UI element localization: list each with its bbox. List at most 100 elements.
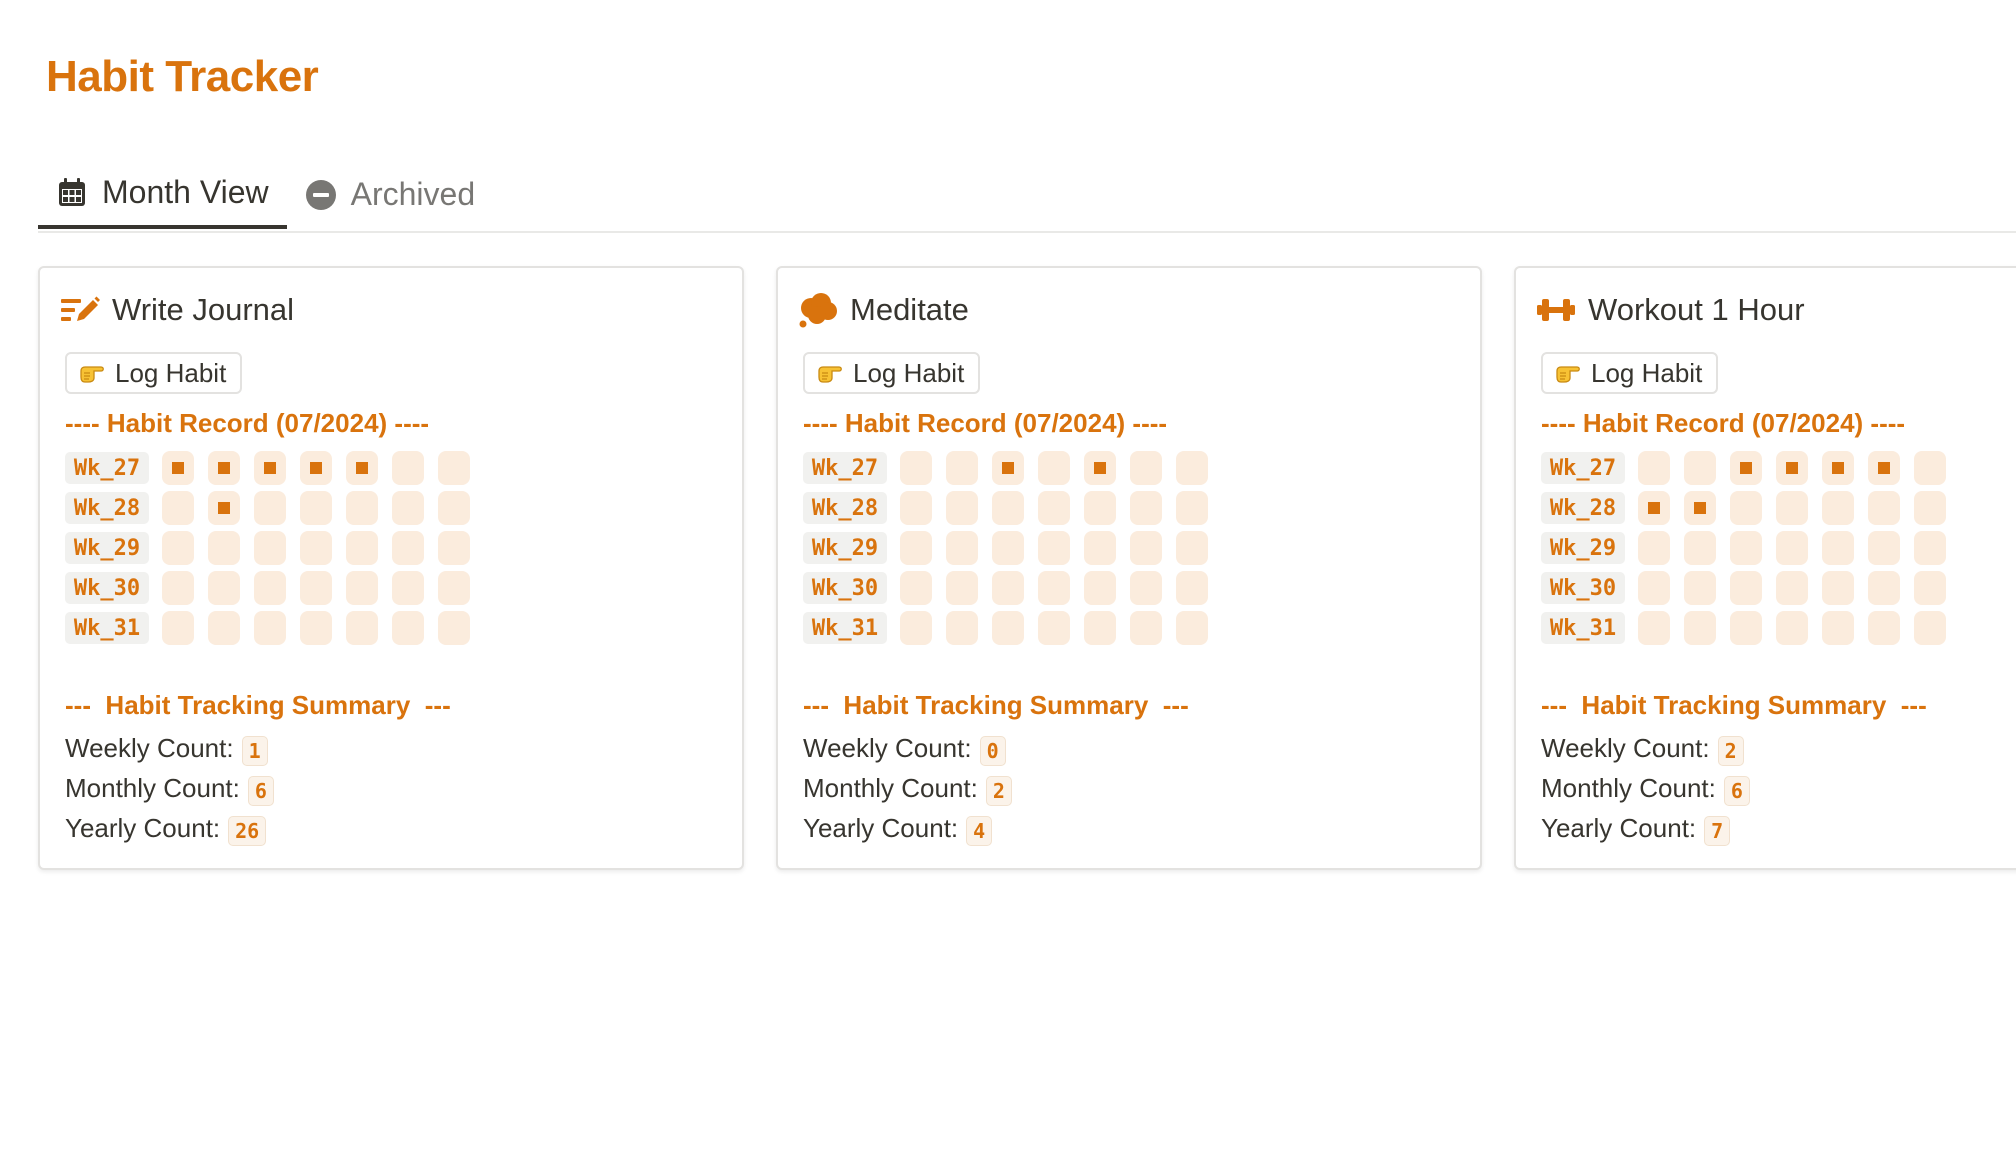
day-cell-empty xyxy=(1730,491,1762,525)
cloud-icon xyxy=(798,290,838,330)
day-cell-logged xyxy=(1776,451,1808,485)
day-cell-empty xyxy=(208,611,240,645)
day-cell-empty xyxy=(300,491,332,525)
day-cell-empty xyxy=(1868,611,1900,645)
day-cell-empty xyxy=(1130,531,1162,565)
day-cell-empty xyxy=(1130,571,1162,605)
logged-mark xyxy=(1878,462,1890,474)
day-cell-empty xyxy=(346,571,378,605)
habit-record-title: ---- Habit Record (07/2024) ---- xyxy=(1541,408,1906,438)
monthly-count-value: 2 xyxy=(985,776,1012,806)
week-row: Wk_30 xyxy=(1541,568,1960,608)
monthly-count-row: Monthly Count: 2 xyxy=(803,770,1012,806)
summary-title: --- Habit Tracking Summary --- xyxy=(803,690,1189,720)
day-cell-empty xyxy=(1914,571,1946,605)
day-cell-empty xyxy=(1176,531,1208,565)
day-cell-empty xyxy=(162,571,194,605)
day-cell-empty xyxy=(438,531,470,565)
day-cell-empty xyxy=(1914,451,1946,485)
logged-mark xyxy=(1786,462,1798,474)
day-cell-empty xyxy=(1176,491,1208,525)
day-cell-empty xyxy=(1684,451,1716,485)
day-cell-empty xyxy=(1914,531,1946,565)
card-header: Workout 1 Hour xyxy=(1536,290,1805,330)
day-cell-empty xyxy=(946,611,978,645)
day-cell-empty xyxy=(1084,571,1116,605)
yearly-count-label: Yearly Count: xyxy=(1541,812,1697,843)
day-cell-empty xyxy=(1038,611,1070,645)
day-cell-empty xyxy=(946,571,978,605)
monthly-count-row: Monthly Count: 6 xyxy=(65,770,274,806)
day-cell-logged xyxy=(1868,451,1900,485)
logged-mark xyxy=(1832,462,1844,474)
day-cell-empty xyxy=(162,611,194,645)
view-tabs: Month View Archived xyxy=(38,160,2016,233)
day-cell-empty xyxy=(1868,491,1900,525)
day-cell-empty xyxy=(438,491,470,525)
pointing-hand-icon xyxy=(79,362,107,384)
day-cell-empty xyxy=(1176,451,1208,485)
day-cell-empty xyxy=(900,531,932,565)
habit-card-2[interactable]: Workout 1 Hour Log Habit ---- Habit Reco… xyxy=(1514,266,2016,870)
day-cell-logged xyxy=(1730,451,1762,485)
day-cell-empty xyxy=(438,611,470,645)
logged-mark xyxy=(172,462,184,474)
day-cell-empty xyxy=(346,611,378,645)
yearly-count-row: Yearly Count: 7 xyxy=(1541,810,1731,846)
monthly-count-label: Monthly Count: xyxy=(1541,772,1716,803)
logged-mark xyxy=(310,462,322,474)
weekly-count-value: 1 xyxy=(241,736,268,766)
day-cell-empty xyxy=(208,571,240,605)
day-cell-empty xyxy=(1822,491,1854,525)
pencil-lines-icon xyxy=(60,290,100,330)
day-cell-empty xyxy=(1084,531,1116,565)
week-row: Wk_31 xyxy=(65,608,484,648)
day-cell-empty xyxy=(1684,531,1716,565)
day-cell-empty xyxy=(346,491,378,525)
week-row: Wk_28 xyxy=(65,488,484,528)
habit-card-0[interactable]: Write Journal Log Habit ---- Habit Recor… xyxy=(38,266,744,870)
tab-month-view[interactable]: Month View xyxy=(38,160,287,229)
summary-title: --- Habit Tracking Summary --- xyxy=(65,690,451,720)
day-cell-empty xyxy=(992,491,1024,525)
day-cell-logged xyxy=(1638,491,1670,525)
day-cell-logged xyxy=(1684,491,1716,525)
day-cell-empty xyxy=(1638,531,1670,565)
day-cell-empty xyxy=(1130,451,1162,485)
log-habit-button[interactable]: Log Habit xyxy=(803,352,981,394)
log-habit-button[interactable]: Log Habit xyxy=(1541,352,1719,394)
habit-card-1[interactable]: Meditate Log Habit ---- Habit Record (07… xyxy=(776,266,1482,870)
log-habit-button[interactable]: Log Habit xyxy=(65,352,243,394)
day-cell-empty xyxy=(1684,611,1716,645)
day-cell-empty xyxy=(438,451,470,485)
log-habit-label: Log Habit xyxy=(115,357,227,388)
habit-record-grid: Wk_27 Wk_28 Wk_29 Wk_30 Wk_31 xyxy=(803,448,1222,648)
day-cell-logged xyxy=(162,451,194,485)
week-label: Wk_29 xyxy=(803,532,887,564)
day-cell-empty xyxy=(392,531,424,565)
yearly-count-value: 7 xyxy=(1704,816,1731,846)
monthly-count-value: 6 xyxy=(1723,776,1750,806)
card-header: Write Journal xyxy=(60,290,294,330)
day-cell-empty xyxy=(1868,531,1900,565)
logged-mark xyxy=(218,502,230,514)
day-cell-empty xyxy=(392,611,424,645)
log-habit-label: Log Habit xyxy=(1591,357,1703,388)
day-cell-empty xyxy=(900,611,932,645)
tab-archived[interactable]: Archived xyxy=(287,160,494,229)
day-cell-logged xyxy=(1084,451,1116,485)
habit-tracker-page: Habit Tracker Month View Archived Write … xyxy=(0,0,2016,1150)
monthly-count-label: Monthly Count: xyxy=(803,772,978,803)
day-cell-logged xyxy=(208,491,240,525)
day-cell-empty xyxy=(1822,531,1854,565)
week-row: Wk_27 xyxy=(1541,448,1960,488)
day-cell-empty xyxy=(254,611,286,645)
day-cell-empty xyxy=(254,491,286,525)
day-cell-empty xyxy=(392,491,424,525)
day-cell-empty xyxy=(1176,571,1208,605)
day-cell-empty xyxy=(1822,571,1854,605)
week-row: Wk_28 xyxy=(803,488,1222,528)
day-cell-logged xyxy=(1822,451,1854,485)
day-cell-empty xyxy=(946,451,978,485)
day-cell-empty xyxy=(1176,611,1208,645)
